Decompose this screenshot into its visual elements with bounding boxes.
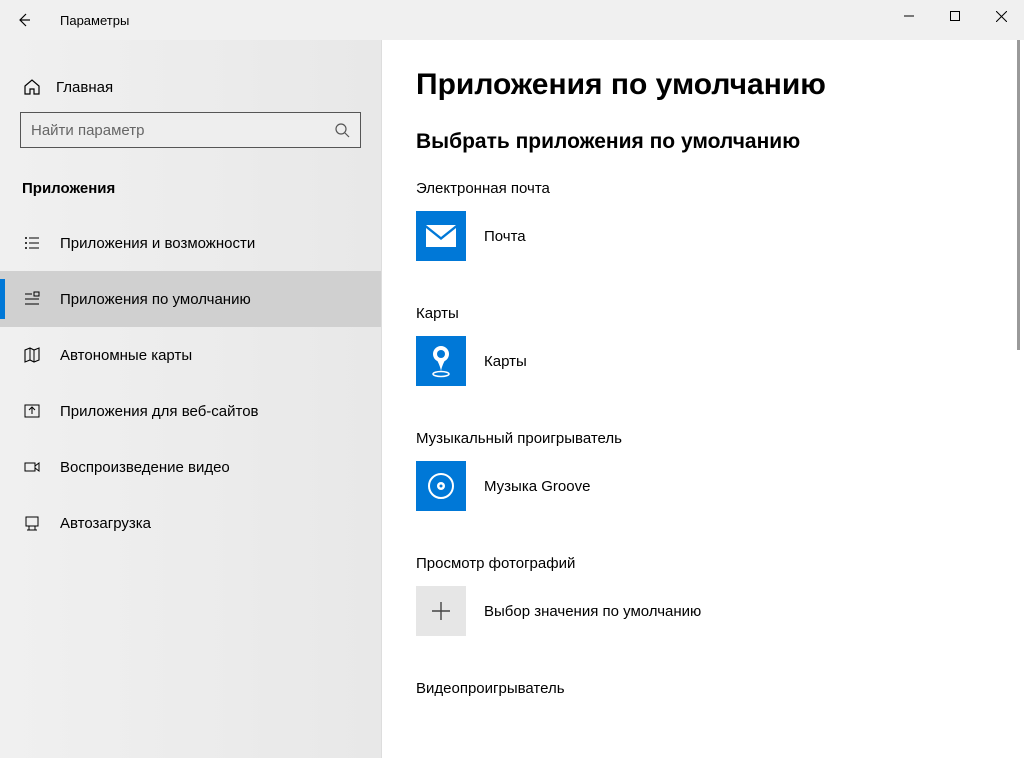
default-category-label: Карты [416, 305, 990, 322]
minimize-icon [904, 11, 914, 21]
defaults-icon [22, 290, 42, 308]
default-app-label: Выбор значения по умолчанию [484, 603, 701, 620]
sidebar-item-label: Приложения для веб-сайтов [60, 403, 259, 420]
default-section-photos: Просмотр фотографий Выбор значения по ум… [416, 555, 990, 636]
sidebar-item-label: Воспроизведение видео [60, 459, 230, 476]
sidebar-item-apps-websites[interactable]: Приложения для веб-сайтов [0, 383, 381, 439]
default-app-label: Карты [484, 353, 527, 370]
maximize-button[interactable] [932, 0, 978, 32]
default-app-label: Почта [484, 228, 526, 245]
page-title: Приложения по умолчанию [416, 68, 990, 102]
sidebar-item-startup[interactable]: Автозагрузка [0, 495, 381, 551]
search-box[interactable] [20, 112, 361, 148]
section-subtitle: Выбрать приложения по умолчанию [416, 130, 990, 154]
startup-icon [22, 514, 42, 532]
sidebar-item-default-apps[interactable]: Приложения по умолчанию [0, 271, 381, 327]
window-title: Параметры [60, 13, 129, 28]
sidebar-home-label: Главная [56, 79, 113, 96]
sidebar-item-label: Автозагрузка [60, 515, 151, 532]
scrollbar-thumb[interactable] [1017, 40, 1020, 350]
sidebar-item-video-playback[interactable]: Воспроизведение видео [0, 439, 381, 495]
default-category-label: Музыкальный проигрыватель [416, 430, 990, 447]
default-category-label: Электронная почта [416, 180, 990, 197]
close-icon [996, 11, 1007, 22]
maximize-icon [950, 11, 960, 21]
sidebar-home[interactable]: Главная [0, 68, 381, 112]
titlebar: Параметры [0, 0, 1024, 40]
scrollbar-track[interactable] [1008, 40, 1022, 756]
sidebar-item-offline-maps[interactable]: Автономные карты [0, 327, 381, 383]
minimize-button[interactable] [886, 0, 932, 32]
default-section-email: Электронная почта Почта [416, 180, 990, 261]
maps-icon [416, 336, 466, 386]
default-category-label: Просмотр фотографий [416, 555, 990, 572]
default-section-video: Видеопроигрыватель [416, 680, 990, 697]
list-icon [22, 234, 42, 252]
search-icon [334, 122, 350, 138]
sidebar-item-label: Автономные карты [60, 347, 192, 364]
video-icon [22, 458, 42, 476]
sidebar: Главная Приложения Приложен [0, 40, 382, 758]
mail-icon [416, 211, 466, 261]
groove-icon [416, 461, 466, 511]
default-category-label: Видеопроигрыватель [416, 680, 990, 697]
nav-list: Приложения и возможности Приложения по у… [0, 215, 381, 551]
main-content: Приложения по умолчанию Выбрать приложен… [382, 40, 1024, 758]
window-controls [886, 0, 1024, 32]
arrow-left-icon [16, 12, 32, 28]
sidebar-item-label: Приложения по умолчанию [60, 291, 251, 308]
plus-icon [416, 586, 466, 636]
vertical-scrollbar[interactable] [1008, 40, 1022, 756]
default-section-maps: Карты Карты [416, 305, 990, 386]
sidebar-section-title: Приложения [0, 172, 381, 215]
default-app-tile-music[interactable]: Музыка Groove [416, 461, 990, 511]
default-app-label: Музыка Groove [484, 478, 590, 495]
sidebar-item-label: Приложения и возможности [60, 235, 255, 252]
default-app-tile-maps[interactable]: Карты [416, 336, 990, 386]
sidebar-item-apps-features[interactable]: Приложения и возможности [0, 215, 381, 271]
home-icon [22, 78, 42, 96]
map-icon [22, 346, 42, 364]
default-app-tile-photos[interactable]: Выбор значения по умолчанию [416, 586, 990, 636]
default-section-music: Музыкальный проигрыватель Музыка Groove [416, 430, 990, 511]
search-input[interactable] [31, 122, 334, 139]
back-button[interactable] [0, 0, 48, 40]
default-app-tile-email[interactable]: Почта [416, 211, 990, 261]
close-button[interactable] [978, 0, 1024, 32]
website-icon [22, 402, 42, 420]
